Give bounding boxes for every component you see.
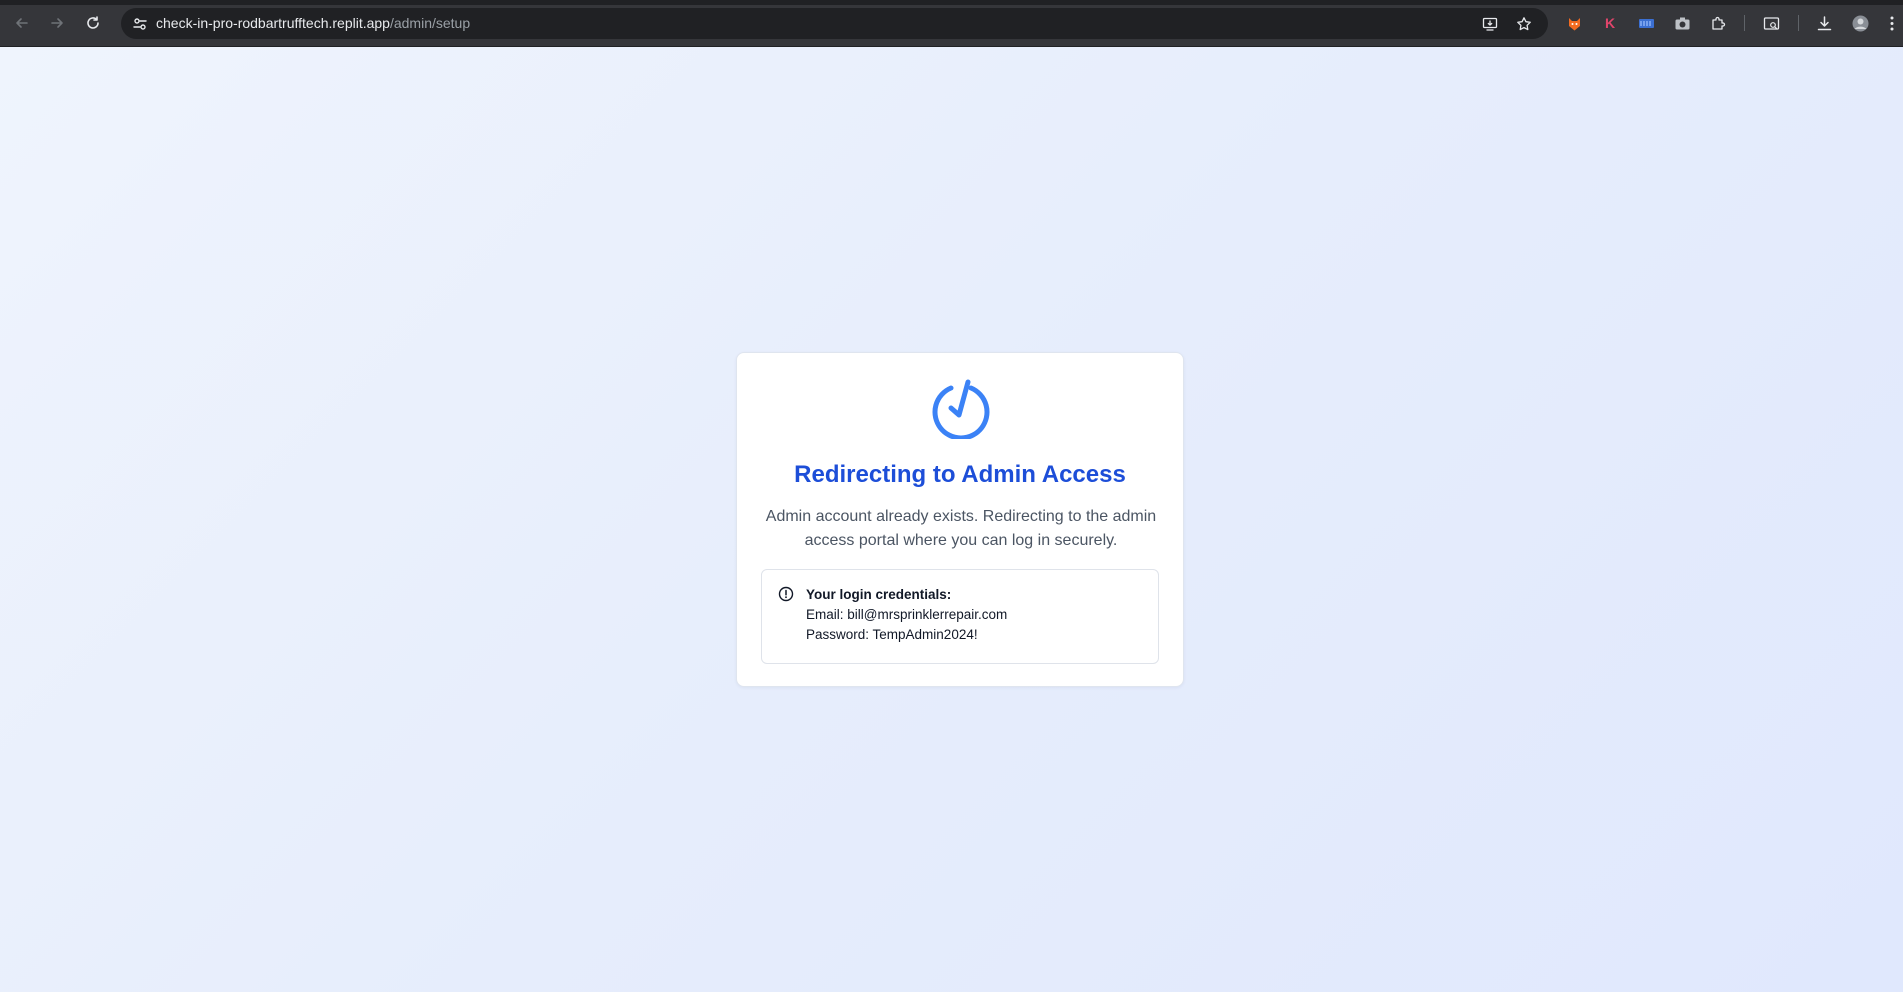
credentials-body: Your login credentials: Email: bill@mrsp… <box>806 585 1007 645</box>
camera-icon <box>1675 17 1689 29</box>
url-path: /admin/setup <box>389 15 471 31</box>
alert-circle-icon <box>778 586 794 602</box>
fox-extension-icon <box>1568 17 1580 30</box>
credentials-alert: Your login credentials: Email: bill@mrsp… <box>761 569 1159 664</box>
page-title: Redirecting to Admin Access <box>794 461 1126 488</box>
tab-search-icon <box>1763 16 1779 30</box>
reload-icon <box>87 16 99 29</box>
extension-k[interactable]: K <box>1599 12 1621 34</box>
site-info-button[interactable] <box>129 13 151 35</box>
toolbar-divider <box>1798 15 1799 31</box>
tune-icon <box>133 18 147 30</box>
extension-fox[interactable] <box>1563 12 1585 34</box>
install-desktop-icon <box>1482 17 1498 31</box>
credentials-password: Password: TempAdmin2024! <box>806 627 978 642</box>
toolbar-divider <box>1744 15 1745 31</box>
check-circle-icon <box>932 379 990 439</box>
browser-toolbar: check-in-pro-rodbartrufftech.replit.app/… <box>0 0 1903 47</box>
credentials-email: Email: bill@mrsprinklerrepair.com <box>806 607 1008 622</box>
redirect-card: Redirecting to Admin Access Admin accoun… <box>736 352 1184 687</box>
back-button[interactable] <box>11 12 33 34</box>
puzzle-icon <box>1711 16 1725 30</box>
downloads-button[interactable] <box>1813 12 1835 34</box>
arrow-left-icon <box>16 18 28 28</box>
more-vert-icon <box>1890 16 1894 30</box>
bookmark-button[interactable] <box>1513 13 1535 35</box>
extensions-button[interactable] <box>1707 12 1729 34</box>
address-bar[interactable]: check-in-pro-rodbartrufftech.replit.app/… <box>121 8 1548 39</box>
browser-menu-button[interactable] <box>1885 12 1899 34</box>
arrow-right-icon <box>51 18 63 28</box>
url-host: check-in-pro-rodbartrufftech.replit.app <box>156 15 390 31</box>
download-icon <box>1817 15 1831 30</box>
extension-camera[interactable] <box>1671 12 1693 34</box>
page-background: Redirecting to Admin Access Admin accoun… <box>0 47 1903 992</box>
reload-button[interactable] <box>82 12 104 34</box>
tab-strip-edge <box>0 0 1903 5</box>
profile-button[interactable] <box>1849 12 1871 34</box>
install-app-button[interactable] <box>1479 13 1501 35</box>
blue-extension-icon <box>1638 18 1654 28</box>
url-text[interactable]: check-in-pro-rodbartrufftech.replit.app/… <box>156 8 470 39</box>
tab-search-button[interactable] <box>1760 12 1782 34</box>
credentials-heading: Your login credentials: <box>806 587 952 602</box>
forward-button[interactable] <box>46 12 68 34</box>
k-extension-icon: K <box>1604 15 1616 31</box>
star-icon <box>1517 17 1531 31</box>
avatar-icon <box>1852 15 1868 31</box>
extension-blue[interactable] <box>1635 12 1657 34</box>
redirect-description: Admin account already exists. Redirectin… <box>765 508 1157 549</box>
